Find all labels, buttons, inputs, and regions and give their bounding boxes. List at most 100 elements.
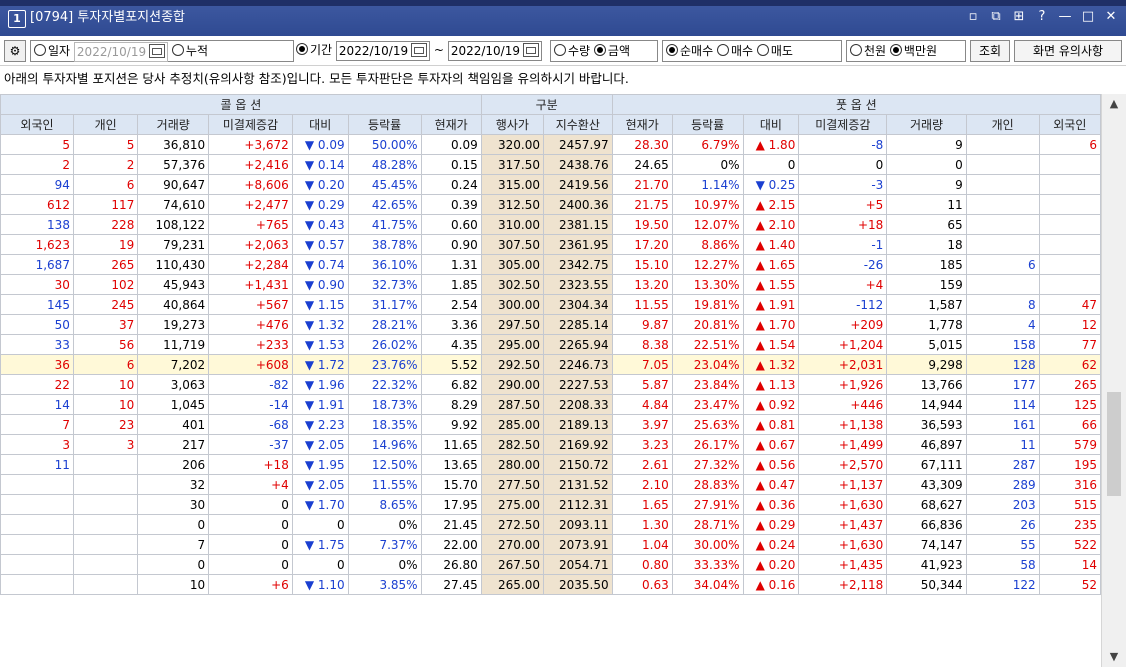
scrollbar-thumb[interactable] [1107, 392, 1121, 496]
query-button[interactable]: 조회 [970, 40, 1010, 62]
column-header[interactable]: 개인 [72, 114, 139, 135]
table-cell: 79,231 [137, 234, 210, 255]
table-row[interactable]: 33 56 11,719 +233 ▼ 1.53 26.02% 4.35 295.00 2265… [0, 334, 1102, 355]
scroll-down-icon[interactable]: ▼ [1102, 647, 1126, 667]
net-buy-radio[interactable] [666, 44, 678, 56]
table-cell: 2035.50 [542, 574, 613, 595]
scroll-up-icon[interactable]: ▲ [1102, 94, 1126, 114]
table-row[interactable]: 36 6 7,202 +608 ▼ 1.72 23.76% 5.52 292.50 2246.7… [0, 354, 1102, 375]
table-row[interactable]: 612 117 74,610 +2,477 ▼ 0.29 42.65% 0.39 312.50… [0, 194, 1102, 215]
column-header[interactable]: 미결제증감 [208, 114, 293, 135]
table-cell: 8 [965, 294, 1040, 315]
table-cell: 4.35 [420, 334, 482, 355]
period-end-field[interactable]: 2022/10/19 [447, 40, 542, 61]
settings-gear-button[interactable]: ⚙ [4, 40, 26, 62]
thousand-won-radio[interactable] [850, 44, 862, 56]
table-row[interactable]: 14 10 1,045 -14 ▼ 1.91 18.73% 8.29 287.50 2208.3… [0, 394, 1102, 415]
table-row[interactable]: 50 37 19,273 +476 ▼ 1.32 28.21% 3.36 297.50 2285… [0, 314, 1102, 335]
table-cell: ▼ 0.90 [291, 274, 349, 295]
sell-radio[interactable] [756, 44, 769, 56]
column-header[interactable]: 외국인 [0, 114, 74, 135]
table-cell: 13.20 [611, 274, 673, 295]
table-row[interactable]: 30 0 ▼ 1.70 8.65% 17.95 275.00 2112.31 1.65 27.9… [0, 494, 1102, 515]
window-link-icon[interactable]: ▫ [966, 9, 980, 25]
table-cell: 20.81% [671, 314, 744, 335]
quantity-radio[interactable] [554, 44, 566, 56]
window-help-icon[interactable]: ? [1035, 9, 1049, 25]
table-cell: 9,298 [886, 354, 967, 375]
table-row[interactable]: 32 +4 ▼ 2.05 11.55% 15.70 277.50 2131.52 2.10 28… [0, 474, 1102, 495]
table-cell: 1.04 [611, 534, 673, 555]
table-row[interactable]: 11 206 +18 ▼ 1.95 12.50% 13.65 280.00 2150.72 2.… [0, 454, 1102, 475]
calendar-icon[interactable] [411, 42, 428, 57]
column-header[interactable]: 외국인 [1038, 114, 1102, 135]
window-copy-icon[interactable]: ⧉ [989, 9, 1003, 25]
cumulative-radio[interactable] [171, 44, 184, 56]
buy-radio[interactable] [716, 44, 729, 56]
table-cell: 235 [1038, 514, 1102, 535]
table-cell: ▲ 0.29 [742, 514, 800, 535]
table-cell: 265 [72, 254, 139, 275]
column-header[interactable]: 등락률 [347, 114, 422, 135]
table-cell: 7 [0, 414, 74, 435]
table-cell: +18 [208, 454, 293, 475]
column-header[interactable]: 미결제증감 [798, 114, 888, 135]
table-row[interactable]: 30 102 45,943 +1,431 ▼ 0.90 32.73% 1.85 302.50 2… [0, 274, 1102, 295]
table-cell: 522 [1038, 534, 1102, 555]
table-row[interactable]: 5 5 36,810 +3,672 ▼ 0.09 50.00% 0.09 320.00 2457… [0, 134, 1102, 155]
column-header[interactable]: 대비 [291, 114, 349, 135]
table-cell: 275.00 [480, 494, 544, 515]
table-row[interactable]: 0 0 0 0% 21.45 272.50 2093.11 1.30 28.71% ▲ 0.29 +… [0, 514, 1102, 535]
window-number-badge[interactable]: 1 [8, 10, 26, 28]
calendar-icon[interactable] [149, 43, 166, 58]
column-header[interactable]: 대비 [742, 114, 800, 135]
table-row[interactable]: 3 3 217 -37 ▼ 2.05 14.96% 11.65 282.50 2169.92 3.… [0, 434, 1102, 455]
million-won-radio[interactable] [889, 44, 902, 56]
screen-notes-button[interactable]: 화면 유의사항 [1014, 40, 1122, 62]
table-cell: 315.00 [480, 174, 544, 195]
column-header[interactable]: 현재가 [611, 114, 673, 135]
column-header[interactable]: 행사가 [480, 114, 544, 135]
column-header[interactable]: 개인 [965, 114, 1040, 135]
column-header[interactable]: 거래량 [137, 114, 210, 135]
table-cell: 1,687 [0, 254, 74, 275]
table-cell: 13.65 [420, 454, 482, 475]
table-cell: 6 [72, 354, 139, 375]
table-row[interactable]: 1,623 19 79,231 +2,063 ▼ 0.57 38.78% 0.90 307.5… [0, 234, 1102, 255]
table-cell: 17.20 [611, 234, 673, 255]
table-cell: ▼ 1.53 [291, 334, 349, 355]
table-row[interactable]: 10 +6 ▼ 1.10 3.85% 27.45 265.00 2035.50 0.63 34.… [0, 574, 1102, 595]
table-cell: 3.85% [347, 574, 422, 595]
date-range-tilde: ~ [433, 43, 444, 57]
period-radio[interactable] [296, 43, 308, 55]
column-header[interactable]: 등락률 [671, 114, 744, 135]
window-close-icon[interactable]: ✕ [1104, 9, 1118, 25]
table-row[interactable]: 94 6 90,647 +8,606 ▼ 0.20 45.45% 0.24 315.00 241… [0, 174, 1102, 195]
daily-radio[interactable] [34, 44, 46, 56]
column-header[interactable]: 거래량 [886, 114, 967, 135]
vertical-scrollbar[interactable]: ▲ ▼ [1101, 94, 1126, 667]
table-row[interactable]: 145 245 40,864 +567 ▼ 1.15 31.17% 2.54 300.00 23… [0, 294, 1102, 315]
window-pin-icon[interactable]: ⊞ [1012, 9, 1026, 25]
table-row[interactable]: 2 2 57,376 +2,416 ▼ 0.14 48.28% 0.15 317.50 2438… [0, 154, 1102, 175]
column-header[interactable]: 지수환산 [542, 114, 613, 135]
table-row[interactable]: 1,687 265 110,430 +2,284 ▼ 0.74 36.10% 1.31 305… [0, 254, 1102, 275]
daily-date-field[interactable]: 2022/10/19 [73, 41, 169, 62]
column-header[interactable]: 현재가 [420, 114, 482, 135]
window-maximize-icon[interactable]: □ [1081, 9, 1095, 25]
period-start-field[interactable]: 2022/10/19 [335, 40, 431, 61]
table-row[interactable]: 7 0 ▼ 1.75 7.37% 22.00 270.00 2073.91 1.04 30.00… [0, 534, 1102, 555]
amount-radio[interactable] [593, 44, 606, 56]
table-row[interactable]: 22 10 3,063 -82 ▼ 1.96 22.32% 6.82 290.00 2227.5… [0, 374, 1102, 395]
window-minimize-icon[interactable]: — [1058, 9, 1072, 25]
table-cell: 26.17% [671, 434, 744, 455]
table-row[interactable]: 138 228 108,122 +765 ▼ 0.43 41.75% 0.60 310.00 2… [0, 214, 1102, 235]
table-cell: 2381.15 [542, 214, 613, 235]
calendar-icon[interactable] [522, 42, 539, 57]
table-cell: 4.84 [611, 394, 673, 415]
table-cell: 295.00 [480, 334, 544, 355]
table-cell: 280.00 [480, 454, 544, 475]
table-row[interactable]: 7 23 401 -68 ▼ 2.23 18.35% 9.92 285.00 2189.13 3.… [0, 414, 1102, 435]
table-cell: ▲ 0.20 [742, 554, 800, 575]
table-row[interactable]: 0 0 0 0% 26.80 267.50 2054.71 0.80 33.33% ▲ 0.20 +… [0, 554, 1102, 575]
